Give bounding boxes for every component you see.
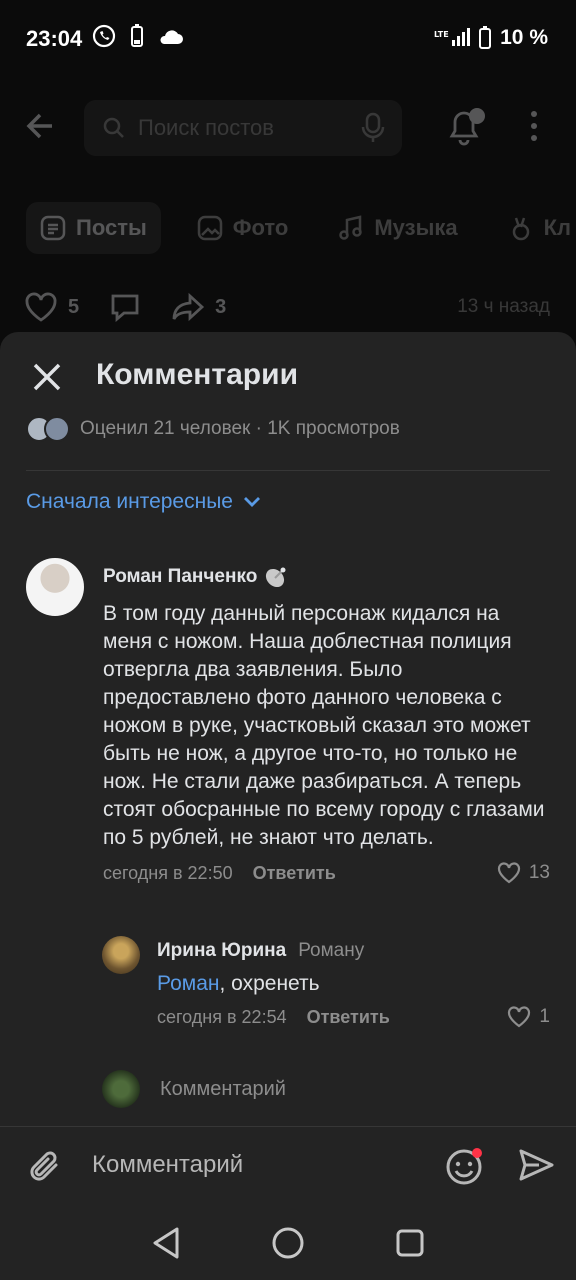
reply-like-button[interactable]: 1 [507,1006,550,1028]
avatar [102,1070,140,1108]
satellite-dish-icon [266,567,286,588]
nav-home-icon[interactable] [271,1226,305,1260]
cloud-icon [160,30,183,44]
whatsapp-icon [92,24,116,48]
comments-sheet: Комментарии Оценил 21 человек · 1K просм… [0,332,576,1280]
tab-clips: Кл [494,202,576,254]
divider [26,470,550,471]
post-time: 13 ч назад [457,296,550,317]
comment-composer: Комментарий [0,1126,576,1206]
content-tabs: Посты Фото Музыка Кл [26,202,576,254]
reply-to: Роману [298,940,365,961]
heart-icon [25,292,57,322]
system-nav-bar [0,1206,576,1280]
reply-author[interactable]: Ирина Юрина [157,940,286,962]
post-actions: 5 3 13 ч назад [24,292,550,322]
background-feed: Поиск постов Посты Фото Музыка Кл 5 3 13… [0,78,576,338]
share-icon [172,292,205,322]
reply-button[interactable]: Ответить [307,1007,390,1028]
reply-text: Роман, охренеть [157,972,320,995]
post-likes-count: 5 [68,295,80,318]
thread-reply-placeholder: Комментарий [160,1077,286,1100]
nav-back-icon[interactable] [151,1226,181,1260]
search-icon [103,117,124,138]
posts-icon [40,215,66,241]
heart-icon [497,862,520,884]
comment-icon [111,294,139,322]
comment-text: В том году данный персонаж кидался на ме… [103,602,545,849]
thread-reply-input[interactable]: Комментарий [102,1070,286,1108]
battery-icon [479,26,492,49]
tab-photo: Фото [183,202,303,254]
sheet-title: Комментарии [96,358,299,391]
sort-dropdown[interactable]: Сначала интересные [26,490,261,514]
photo-icon [197,215,223,241]
comment-input[interactable]: Комментарий [92,1151,243,1179]
post-reposts-count: 3 [215,295,227,318]
comment-like-button[interactable]: 13 [497,862,550,884]
nav-recents-icon[interactable] [395,1228,425,1258]
reply-time: сегодня в 22:54 [157,1006,287,1027]
reply-button[interactable]: Ответить [253,863,336,884]
status-time: 23:04 [26,26,83,51]
emoji-icon[interactable] [444,1145,486,1187]
mention-link[interactable]: Роман [157,972,219,995]
tab-posts: Посты [26,202,161,254]
heart-icon [508,1006,531,1028]
sort-label: Сначала интересные [26,490,233,513]
avatar[interactable] [26,558,84,616]
comment-author[interactable]: Роман Панченко [103,566,257,588]
send-icon[interactable] [518,1147,554,1183]
battery-low-icon [131,24,143,47]
chevron-down-icon [244,497,260,507]
signal-icon: LTE [434,28,471,46]
likes-summary[interactable]: Оценил 21 человек · 1K просмотров [26,416,400,442]
comment-time: сегодня в 22:50 [103,862,233,883]
avatar[interactable] [102,936,140,974]
svg-text:LTE: LTE [434,30,449,39]
clips-icon [512,217,529,241]
likes-summary-text: Оценил 21 человек · 1K просмотров [80,418,400,439]
comment-likes-count: 13 [528,862,550,883]
close-icon[interactable] [30,360,64,394]
search-input: Поиск постов [84,100,402,156]
tab-music: Музыка [324,202,471,254]
attach-icon[interactable] [26,1147,66,1187]
status-bar: 23:04 LTE 10 % [0,0,576,78]
avatar [44,416,70,442]
microphone-icon [361,112,385,142]
notifications-bell-icon [449,108,485,146]
battery-percent: 10 % [500,26,548,49]
search-placeholder: Поиск постов [138,115,274,140]
back-arrow-icon [26,113,52,139]
music-icon [339,215,363,240]
reply-likes-count: 1 [539,1006,550,1027]
more-icon [531,111,537,141]
